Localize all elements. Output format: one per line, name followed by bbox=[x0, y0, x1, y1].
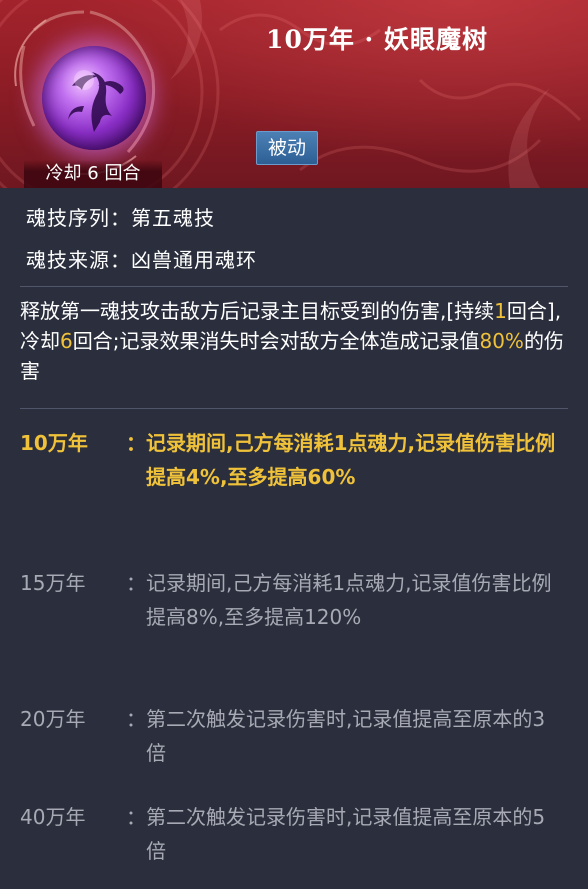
tier-label: 20万年 bbox=[20, 707, 86, 731]
tier-label: 10万年 bbox=[20, 431, 88, 455]
tier-label: 40万年 bbox=[20, 805, 86, 829]
desc-text: 释放第一魂技攻击敌方后记录主目标受到的伤害,[持续 bbox=[20, 299, 495, 323]
skill-card: 冷却 6 回合 10万年 · 妖眼魔树 被动 魂技序列：第五魂技 魂技来源：凶兽… bbox=[0, 0, 588, 889]
passive-tag: 被动 bbox=[256, 131, 318, 165]
skill-title: 10万年 · 妖眼魔树 bbox=[266, 25, 488, 54]
tier-effect: 记录期间,己方每消耗1点魂力,记录值伤害比例提高4%,至多提高60% bbox=[146, 431, 556, 489]
skill-header: 冷却 6 回合 10万年 · 妖眼魔树 被动 bbox=[0, 0, 588, 188]
tier-colon: ： bbox=[126, 805, 146, 829]
purple-demon-tree-orb-icon bbox=[42, 46, 146, 150]
tier-effect: 第二次触发记录伤害时,记录值提高至原本的3倍 bbox=[146, 707, 546, 765]
desc-duration-value: 1 bbox=[494, 299, 507, 323]
tier-colon: ： bbox=[126, 571, 146, 595]
tier-effect: 第二次触发记录伤害时,记录值提高至原本的5倍 bbox=[146, 805, 546, 863]
tier-colon: ： bbox=[126, 707, 146, 731]
skill-sequence: 魂技序列：第五魂技 bbox=[26, 206, 215, 230]
skill-source: 魂技来源：凶兽通用魂环 bbox=[26, 248, 257, 272]
desc-percent-value: 80% bbox=[479, 329, 524, 353]
divider bbox=[20, 286, 568, 287]
cooldown-label: 冷却 6 回合 bbox=[24, 160, 162, 188]
tier-effect: 记录期间,己方每消耗1点魂力,记录值伤害比例提高8%,至多提高120% bbox=[146, 571, 552, 629]
tier-colon: ： bbox=[126, 431, 146, 455]
desc-cooldown-value: 6 bbox=[60, 329, 73, 353]
divider bbox=[20, 408, 568, 409]
skill-description: 释放第一魂技攻击敌方后记录主目标受到的伤害,[持续1回合],冷却6回合;记录效果… bbox=[20, 296, 568, 386]
tier-label: 15万年 bbox=[20, 571, 86, 595]
skill-icon-frame: 冷却 6 回合 bbox=[4, 6, 164, 188]
desc-text: 回合;记录效果消失时会对敌方全体造成记录值 bbox=[72, 329, 480, 353]
